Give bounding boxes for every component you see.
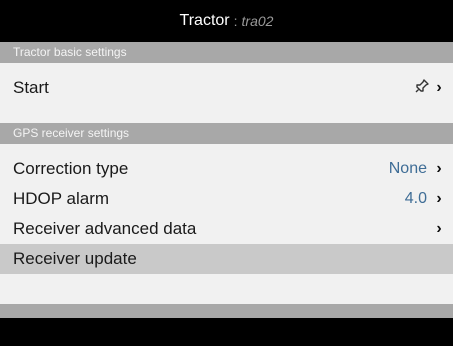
section-header-tractor-basic: Tractor basic settings (0, 42, 453, 63)
section-header-gps-receiver: GPS receiver settings (0, 123, 453, 144)
receiver-update-row[interactable]: Receiver update (0, 244, 453, 274)
pin-icon (415, 78, 429, 98)
receiver-advanced-data-label: Receiver advanced data (13, 219, 197, 238)
chevron-right-icon: › (436, 190, 442, 207)
screen: Tractor : tra02 Tractor basic settings S… (0, 0, 453, 346)
bottom-bar (0, 318, 453, 346)
chevron-right-icon: › (436, 220, 442, 237)
page-subtitle: tra02 (241, 13, 274, 29)
receiver-update-label: Receiver update (13, 249, 137, 268)
footer-divider (0, 304, 453, 318)
chevron-right-icon: › (436, 79, 442, 96)
start-row[interactable]: Start › (0, 73, 453, 103)
settings-panel: Tractor basic settings Start › GPS recei… (0, 42, 453, 318)
correction-type-value: None (388, 160, 427, 177)
correction-type-row[interactable]: Correction type None › (0, 154, 453, 184)
chevron-right-icon: › (436, 160, 442, 177)
start-label: Start (13, 78, 49, 97)
title-bar: Tractor : tra02 (0, 0, 453, 42)
hdop-alarm-value: 4.0 (404, 190, 427, 207)
hdop-alarm-row[interactable]: HDOP alarm 4.0 › (0, 184, 453, 214)
page-title: Tractor (179, 12, 230, 29)
correction-type-label: Correction type (13, 159, 129, 178)
title-separator: : (233, 13, 238, 29)
receiver-advanced-data-row[interactable]: Receiver advanced data › (0, 214, 453, 244)
hdop-alarm-label: HDOP alarm (13, 189, 110, 208)
